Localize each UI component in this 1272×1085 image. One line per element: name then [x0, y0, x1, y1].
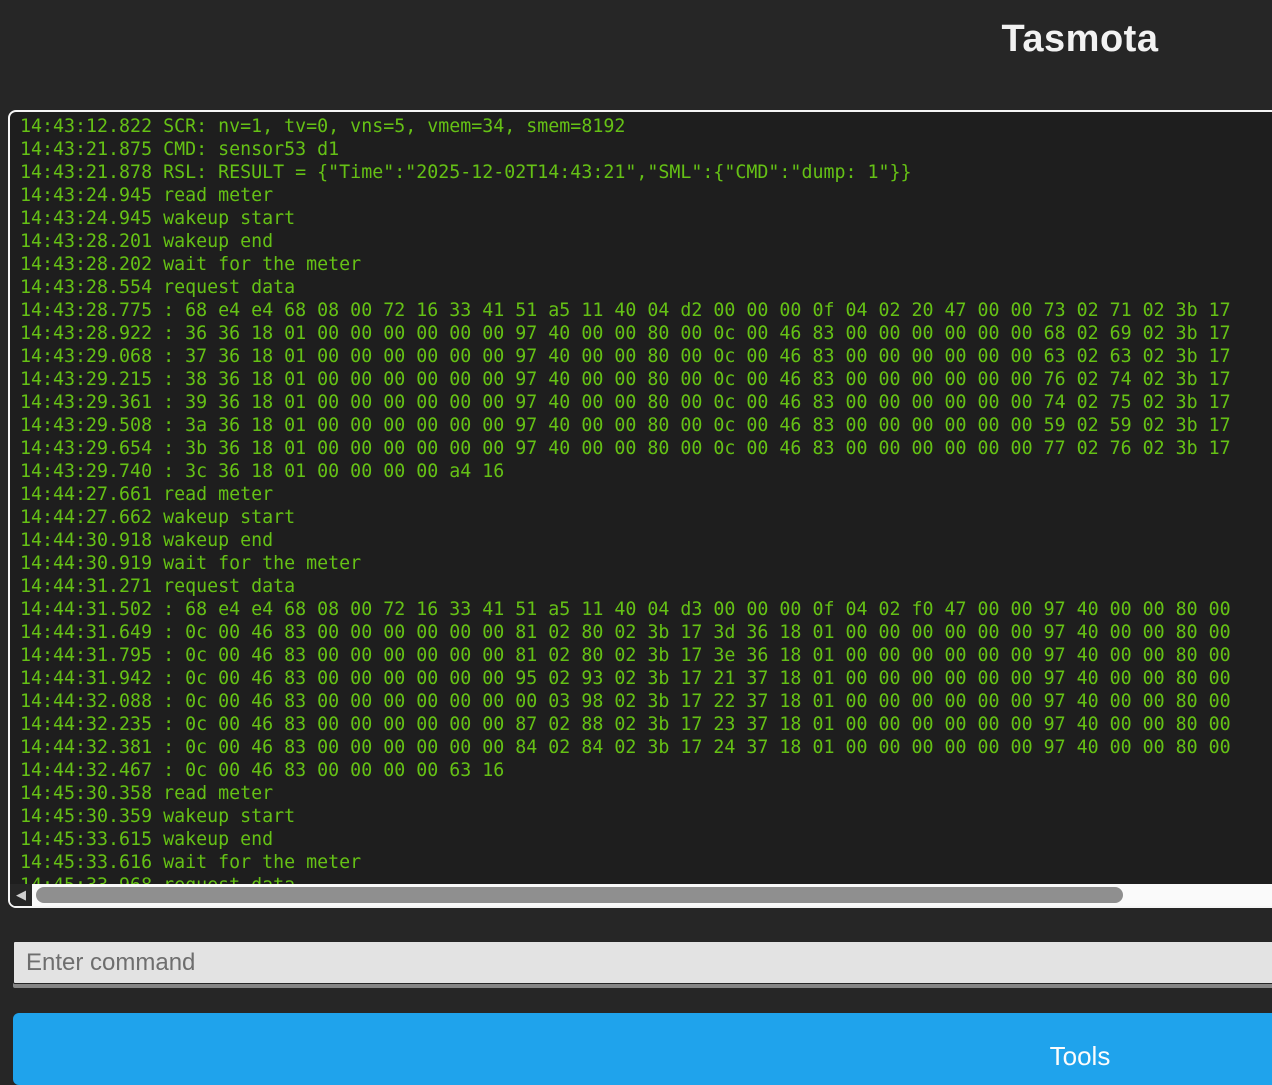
- console-horizontal-scrollbar[interactable]: ◀: [10, 884, 1272, 906]
- scroll-left-button[interactable]: ◀: [10, 884, 32, 906]
- tools-button[interactable]: Tools: [13, 1013, 1272, 1085]
- console-log[interactable]: 14:43:12.822 SCR: nv=1, tv=0, vns=5, vme…: [10, 112, 1272, 884]
- scroll-left-icon: ◀: [16, 884, 26, 906]
- header: Tasmota: [0, 0, 1272, 62]
- page-title: Tasmota: [0, 0, 1272, 62]
- page: Tasmota 14:43:12.822 SCR: nv=1, tv=0, vn…: [0, 0, 1272, 1042]
- tools-button-label: Tools: [1050, 1041, 1111, 1071]
- command-input[interactable]: [13, 941, 1272, 984]
- console-box: 14:43:12.822 SCR: nv=1, tv=0, vns=5, vme…: [8, 110, 1272, 908]
- scrollbar-track[interactable]: [32, 884, 1272, 906]
- scrollbar-thumb[interactable]: [36, 887, 1123, 903]
